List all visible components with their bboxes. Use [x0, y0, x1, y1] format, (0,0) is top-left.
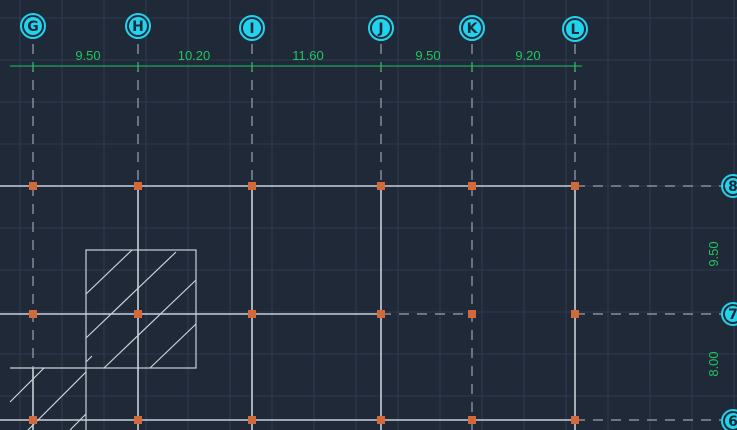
dimension-label-7-6: 8.00: [706, 351, 721, 376]
grid-label-K: K: [467, 21, 479, 37]
column-marker: [468, 182, 476, 190]
grid-label-L: L: [571, 22, 580, 38]
grid-label-H: H: [132, 19, 144, 35]
column-marker: [571, 310, 579, 318]
grid-bubble-J[interactable]: J: [368, 15, 394, 41]
dimension-label-H-I: 10.20: [178, 48, 211, 63]
column-marker: [134, 416, 142, 424]
drawing-background: [0, 0, 737, 430]
column-marker: [29, 182, 37, 190]
grid-label-I: I: [249, 21, 254, 37]
grid-label-G: G: [27, 19, 39, 35]
dimension-label-I-J: 11.60: [292, 48, 324, 63]
grid-label-6: 6: [728, 414, 737, 430]
dimension-label-8-7: 9.50: [706, 241, 721, 266]
column-marker: [571, 416, 579, 424]
dimension-label-K-L: 9.20: [515, 48, 540, 63]
column-marker: [248, 416, 256, 424]
column-marker: [377, 182, 385, 190]
cad-viewport[interactable]: 9.50 10.20 11.60 9.50 9.20 9.50 8.00 G H…: [0, 0, 737, 430]
grid-bubble-K[interactable]: K: [459, 15, 485, 41]
grid-label-7: 7: [728, 307, 737, 323]
dimension-label-G-H: 9.50: [75, 48, 100, 63]
grid-bubble-H[interactable]: H: [125, 13, 151, 39]
column-marker: [248, 182, 256, 190]
column-marker: [134, 310, 142, 318]
column-marker: [29, 310, 37, 318]
column-marker: [29, 416, 37, 424]
column-marker: [377, 310, 385, 318]
column-marker: [248, 310, 256, 318]
column-marker: [571, 182, 579, 190]
column-marker: [468, 310, 476, 318]
grid-label-J: J: [377, 21, 383, 37]
column-marker: [468, 416, 476, 424]
cad-drawing-canvas[interactable]: 9.50 10.20 11.60 9.50 9.20 9.50 8.00 G H…: [0, 0, 737, 430]
grid-bubble-L[interactable]: L: [562, 16, 588, 42]
grid-bubble-I[interactable]: I: [239, 15, 265, 41]
column-marker: [134, 182, 142, 190]
grid-label-8: 8: [728, 179, 737, 195]
dimension-label-J-K: 9.50: [415, 48, 440, 63]
grid-bubble-G[interactable]: G: [20, 13, 46, 39]
column-marker: [377, 416, 385, 424]
